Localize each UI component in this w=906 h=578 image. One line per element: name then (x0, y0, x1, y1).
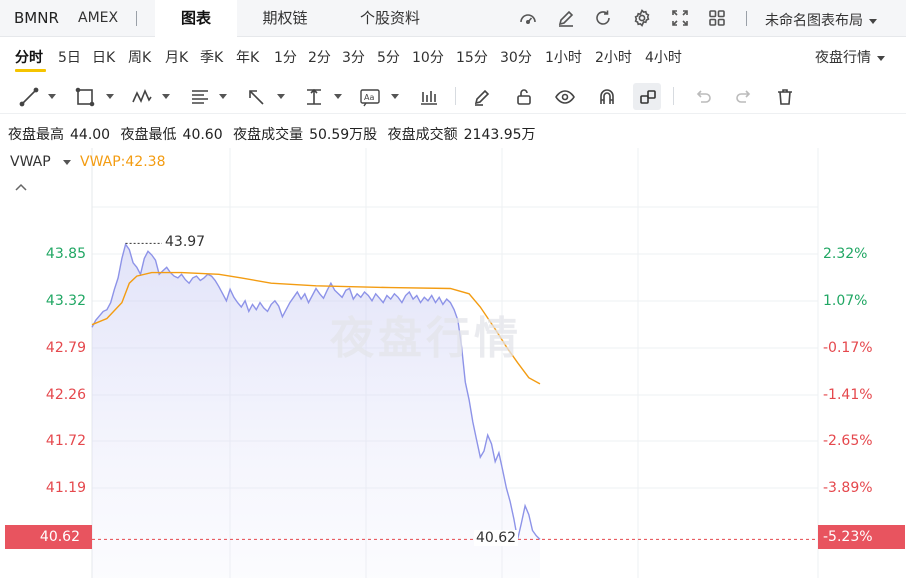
y-tick-label: 41.72 (45, 433, 86, 449)
chevron-down-icon (877, 55, 885, 61)
toolbar-divider (455, 87, 456, 105)
fullscreen-icon[interactable] (670, 8, 690, 28)
interval-30m[interactable]: 30分 (500, 47, 532, 67)
header-divider (136, 11, 137, 26)
pct-tick-label: 1.07% (823, 293, 868, 309)
text-tool-icon[interactable]: Aa (359, 86, 381, 108)
interval-2h[interactable]: 2小时 (595, 47, 632, 67)
interval-bar: 分时 5日 日K 周K 月K 季K 年K 1分 2分 3分 5分 10分 15分… (0, 37, 906, 77)
pct-tick-label: -3.89% (823, 480, 873, 496)
chevron-down-icon[interactable] (63, 160, 71, 165)
indicator-value: VWAP:42.38 (80, 154, 166, 170)
interval-intraday[interactable]: 分时 (15, 47, 43, 67)
pct-tick-label: -2.65% (823, 433, 873, 449)
chevron-down-icon (869, 18, 877, 24)
edit-icon[interactable] (556, 8, 576, 28)
trash-icon[interactable] (774, 86, 796, 108)
bars-tool-icon[interactable] (418, 86, 440, 108)
chevron-down-icon[interactable] (162, 94, 170, 99)
stat-high-value: 44.00 (70, 127, 111, 143)
speedometer-icon[interactable] (518, 8, 538, 28)
link-icon[interactable] (637, 86, 659, 108)
rect-tool-icon[interactable] (74, 86, 96, 108)
chevron-up-icon[interactable] (14, 182, 28, 192)
magnet-icon[interactable] (596, 86, 618, 108)
top-header: BMNR AMEX 图表 期权链 个股资料 未命名图表布局 (0, 0, 906, 37)
y-tick-label: 43.85 (45, 246, 86, 262)
price-area (92, 244, 540, 578)
interval-1h[interactable]: 1小时 (545, 47, 582, 67)
y-tick-label: 42.79 (45, 340, 86, 356)
stat-amount-label: 夜盘成交额 (387, 127, 458, 143)
eye-icon[interactable] (554, 86, 576, 108)
chevron-down-icon[interactable] (106, 94, 114, 99)
interval-month[interactable]: 月K (165, 47, 188, 67)
gear-icon[interactable] (632, 8, 652, 28)
y-tick-label: 41.19 (45, 480, 86, 496)
chevron-down-icon[interactable] (391, 94, 399, 99)
low-annotation: 40.62 (474, 530, 519, 546)
tab-stock-profile[interactable]: 个股资料 (345, 0, 435, 37)
stat-low-value: 40.60 (182, 127, 223, 143)
interval-year[interactable]: 年K (236, 47, 259, 67)
header-divider (746, 11, 747, 26)
tab-chart[interactable]: 图表 (155, 0, 237, 37)
session-label: 夜盘行情 (815, 50, 871, 66)
watermark: 夜盘行情 (330, 313, 522, 364)
stat-low-label: 夜盘最低 (120, 127, 177, 143)
chevron-down-icon[interactable] (277, 94, 285, 99)
interval-5m[interactable]: 5分 (377, 47, 400, 67)
undo-icon[interactable] (692, 86, 714, 108)
stat-volume-value: 50.59万股 (309, 127, 378, 143)
chevron-down-icon[interactable] (48, 94, 56, 99)
interval-10m[interactable]: 10分 (412, 47, 444, 67)
line-tool-icon[interactable] (18, 86, 40, 108)
interval-5d[interactable]: 5日 (58, 47, 81, 67)
pct-tick-label: -0.17% (823, 340, 873, 356)
exchange-label: AMEX (78, 10, 119, 26)
active-interval-indicator (15, 69, 46, 72)
measure-tool-icon[interactable] (303, 86, 325, 108)
last-price-badge: 40.62 (5, 525, 92, 549)
session-selector[interactable]: 夜盘行情 (815, 47, 885, 67)
redo-icon[interactable] (733, 86, 755, 108)
refresh-icon[interactable] (593, 8, 613, 28)
interval-1m[interactable]: 1分 (274, 47, 297, 67)
y-tick-label: 42.26 (45, 387, 86, 403)
grid-icon[interactable] (707, 8, 727, 28)
interval-4h[interactable]: 4小时 (645, 47, 682, 67)
interval-15m[interactable]: 15分 (456, 47, 488, 67)
stock-symbol: BMNR (14, 9, 59, 27)
tab-options-chain[interactable]: 期权链 (245, 0, 325, 37)
lock-icon[interactable] (513, 86, 535, 108)
chevron-down-icon[interactable] (334, 94, 342, 99)
stat-amount-value: 2143.95万 (463, 127, 536, 143)
fib-tool-icon[interactable] (189, 86, 211, 108)
pen-icon[interactable] (471, 86, 493, 108)
arrow-tool-icon[interactable] (245, 86, 267, 108)
stat-high-label: 夜盘最高 (8, 127, 64, 143)
interval-3m[interactable]: 3分 (342, 47, 365, 67)
high-annotation: 43.97 (165, 234, 206, 250)
pct-tick-label: 2.32% (823, 246, 868, 262)
layout-label: 未命名图表布局 (765, 13, 863, 29)
layout-selector[interactable]: 未命名图表布局 (765, 10, 877, 30)
interval-day[interactable]: 日K (92, 47, 115, 67)
pct-tick-label: -1.41% (823, 387, 873, 403)
stat-volume-label: 夜盘成交量 (233, 127, 304, 143)
interval-week[interactable]: 周K (128, 47, 151, 67)
svg-text:Aa: Aa (364, 93, 374, 102)
chevron-down-icon[interactable] (219, 94, 227, 99)
interval-quarter[interactable]: 季K (200, 47, 223, 67)
pattern-tool-icon[interactable] (131, 86, 153, 108)
interval-2m[interactable]: 2分 (308, 47, 331, 67)
session-stats: 夜盘最高 44.00 夜盘最低 40.60 夜盘成交量 50.59万股 夜盘成交额 21… (8, 124, 542, 144)
y-tick-label: 43.32 (45, 293, 86, 309)
last-pct-badge: -5.23% (818, 525, 905, 549)
toolbar-divider (673, 87, 674, 105)
indicator-name[interactable]: VWAP (10, 154, 51, 170)
